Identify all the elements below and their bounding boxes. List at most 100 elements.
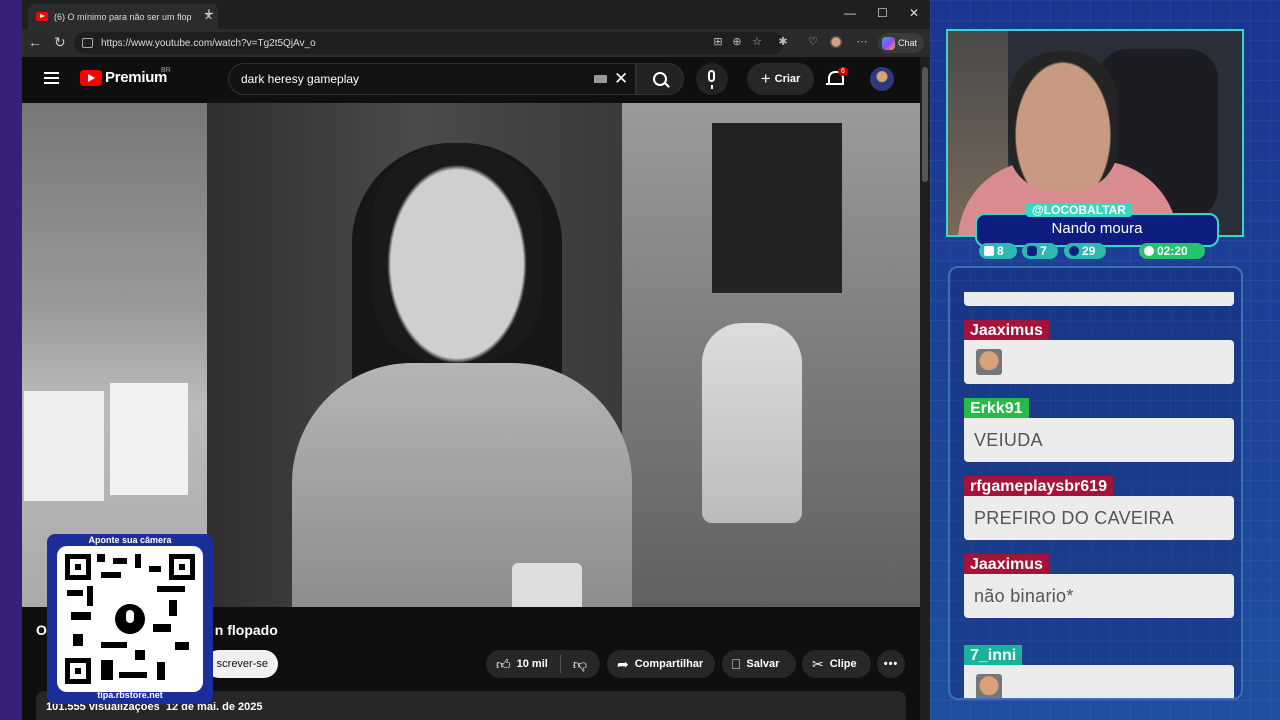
dislike-icon[interactable]: 👎︎: [573, 656, 587, 673]
streamer-handle: @LOCOBALTAR: [1026, 203, 1132, 217]
profile-avatar-icon[interactable]: [830, 36, 842, 48]
extensions-icon[interactable]: ✱: [777, 36, 789, 48]
close-window-icon[interactable]: ✕: [909, 6, 919, 20]
qr-url: tipa.rbstore.net: [97, 690, 163, 700]
subscribe-button[interactable]: screver-se: [205, 650, 278, 678]
video-player[interactable]: [22, 103, 920, 607]
youtube-logo-icon[interactable]: [80, 70, 102, 86]
bookmark-icon: ⎕: [732, 655, 741, 672]
qr-finder-bottom-left: [65, 658, 91, 684]
plus-icon: +: [760, 69, 771, 88]
microphone-icon: [708, 70, 715, 89]
site-info-icon[interactable]: [82, 38, 93, 48]
tab-title: (6) O mínimo para não ser um flop: [54, 11, 192, 22]
share-button[interactable]: ➦ Compartilhar: [607, 650, 715, 678]
qr-module: [135, 650, 145, 660]
reload-icon[interactable]: ↻: [54, 34, 66, 51]
kick-icon: [1069, 246, 1079, 256]
back-icon[interactable]: ←: [28, 34, 42, 50]
share-icon: ➦: [617, 655, 629, 672]
search-icon: [653, 72, 667, 86]
qr-module: [157, 662, 165, 680]
video-book: [712, 123, 842, 293]
qr-code: [57, 546, 203, 692]
share-label: Compartilhar: [634, 658, 704, 670]
clip-label: Clipe: [829, 658, 857, 670]
keyboard-icon[interactable]: [594, 75, 607, 83]
kick-count: 29: [1082, 244, 1096, 258]
youtube-premium-logo[interactable]: Premium: [105, 69, 167, 86]
qr-module: [119, 672, 147, 678]
chat-username: Erkk91: [964, 398, 1029, 420]
video-title-start: O: [36, 622, 47, 638]
emote-icon: [976, 674, 1002, 698]
maximize-icon[interactable]: ☐: [877, 6, 888, 20]
tab-bar: (6) O mínimo para não ser um flop ✕ + — …: [22, 0, 930, 29]
country-code: BR: [161, 67, 171, 74]
youtube-icon: [1027, 246, 1037, 256]
qr-module: [157, 586, 185, 592]
video-mug: [512, 563, 582, 607]
browser-essentials-icon[interactable]: ♡: [807, 36, 819, 48]
stream-time: 02:20: [1157, 244, 1188, 258]
minimize-icon[interactable]: —: [844, 6, 856, 20]
chat-message: VEIUDA: [964, 418, 1234, 462]
scissors-icon: ✂: [812, 655, 824, 672]
qr-module: [153, 624, 171, 632]
scrollbar-thumb[interactable]: [922, 67, 928, 182]
clip-button[interactable]: ✂ Clipe: [802, 650, 871, 678]
address-bar[interactable]: https://www.youtube.com/watch?v=Tg2t5QjA…: [74, 32, 784, 54]
tab-youtube[interactable]: (6) O mínimo para não ser um flop ✕: [28, 4, 218, 29]
stream-time-badge: 02:20: [1139, 243, 1205, 259]
chat-username: rfgameplaysbr619: [964, 476, 1113, 498]
qr-panel: Aponte sua câmera tipa.rbstore.net: [47, 534, 213, 704]
clear-search-icon[interactable]: ✕: [614, 69, 628, 89]
favorite-star-icon[interactable]: ☆: [751, 36, 763, 48]
voice-search-button[interactable]: [696, 63, 728, 95]
video-statue: [702, 323, 802, 523]
menu-hamburger-icon[interactable]: [44, 72, 59, 84]
like-dislike-group: 👍︎ 10 mil 👎︎: [486, 650, 600, 678]
chat-panel: Jaaximus Erkk91 VEIUDA rfgameplaysbr619 …: [948, 266, 1243, 700]
youtube-header: Premium BR dark heresy gameplay ✕ + Cria…: [22, 57, 920, 103]
notification-badge: 6: [838, 67, 848, 76]
copilot-chat-button[interactable]: Chat: [878, 33, 924, 53]
url-text: https://www.youtube.com/watch?v=Tg2t5QjA…: [101, 37, 316, 49]
create-label: Criar: [774, 73, 801, 85]
chat-label: Chat: [898, 38, 918, 48]
twitch-count: 8: [997, 244, 1004, 258]
qr-module: [135, 554, 141, 568]
video-frame-2: [110, 383, 188, 495]
youtube-favicon-icon: [36, 12, 48, 21]
copilot-icon: [882, 36, 895, 50]
video-person-head: [372, 143, 542, 363]
account-avatar[interactable]: [870, 67, 894, 91]
clock-icon: [1144, 246, 1154, 256]
zoom-icon[interactable]: ⊕: [731, 36, 743, 48]
chat-username: Jaaximus: [964, 320, 1049, 342]
qr-finder-top-right: [169, 554, 195, 580]
more-menu-icon[interactable]: ⋯: [856, 36, 868, 48]
qr-module: [101, 572, 121, 578]
search-input[interactable]: dark heresy gameplay ✕: [228, 63, 636, 95]
webcam-person-head: [1008, 51, 1118, 191]
like-icon[interactable]: 👍︎: [496, 656, 511, 673]
save-label: Salvar: [746, 658, 780, 670]
kick-viewers-badge: 29: [1064, 243, 1106, 259]
new-tab-icon[interactable]: +: [204, 4, 214, 24]
subscribe-label: screver-se: [216, 658, 268, 670]
qr-module: [175, 642, 189, 650]
create-button[interactable]: + Criar: [747, 63, 814, 95]
like-count[interactable]: 10 mil: [517, 658, 548, 670]
qr-center-logo-icon: [115, 604, 145, 634]
page-scrollbar[interactable]: [920, 57, 930, 720]
more-actions-button[interactable]: •••: [877, 650, 905, 678]
qr-module: [87, 586, 93, 606]
app-available-icon[interactable]: ⊞: [712, 36, 724, 48]
search-button[interactable]: [636, 63, 684, 95]
qr-module: [169, 600, 177, 616]
emote-icon: [976, 349, 1002, 375]
qr-module: [71, 612, 91, 620]
save-button[interactable]: ⎕ Salvar: [722, 650, 796, 678]
qr-module: [149, 566, 161, 572]
